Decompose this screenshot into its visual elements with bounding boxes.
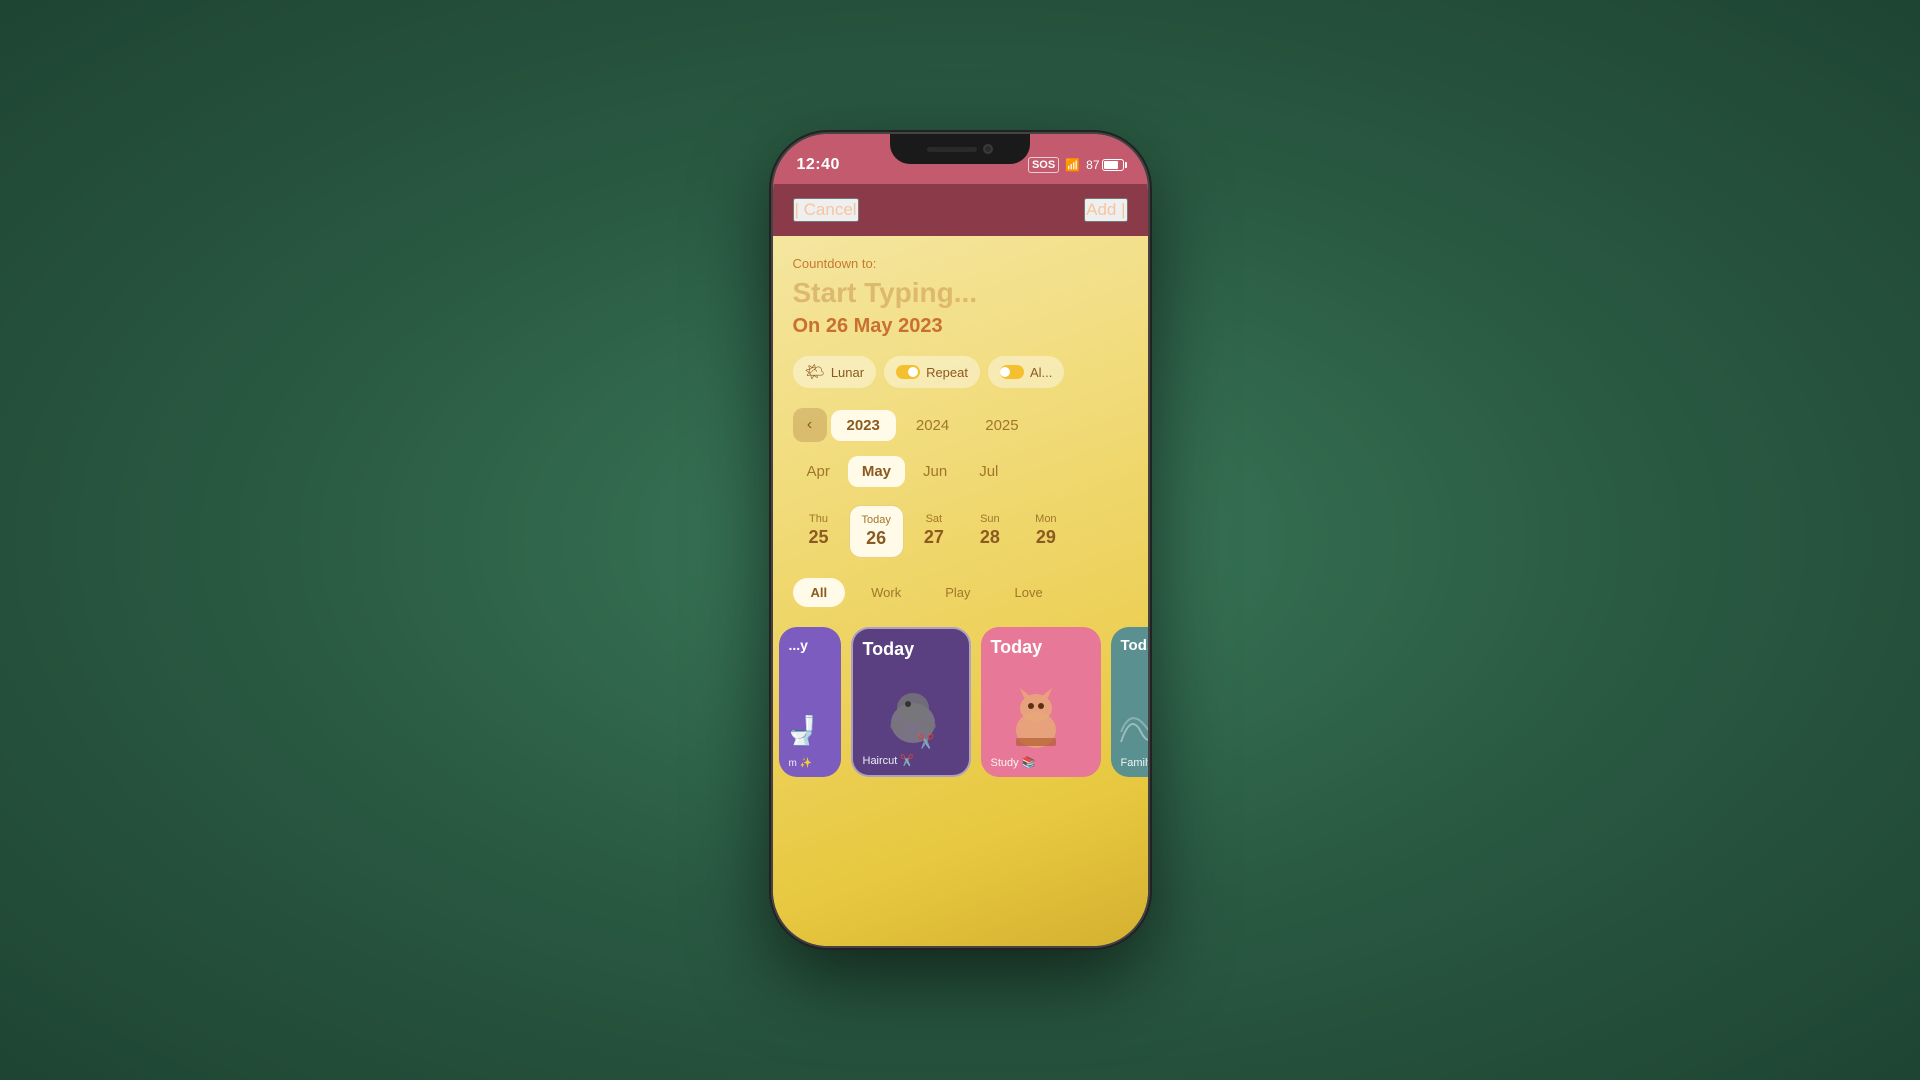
notch (890, 134, 1030, 164)
repeat-label: Repeat (926, 365, 968, 380)
widget-card-family[interactable]: Tod... Family 🏠 (1111, 627, 1148, 777)
study-character (996, 680, 1076, 755)
lunar-icon: 🌤 (805, 362, 825, 382)
widget-card-study[interactable]: Today (981, 627, 1101, 777)
day-28[interactable]: Sun 28 (964, 505, 1016, 558)
widget-label-family: Family 🏠 (1121, 756, 1148, 769)
category-row: All Work Play Love (793, 578, 1128, 607)
status-icons: SOS 📶 87 (1028, 157, 1124, 173)
main-content: Countdown to: Start Typing... On 26 May … (773, 236, 1148, 946)
day-name-mon: Mon (1035, 513, 1056, 525)
notch-speaker (927, 147, 977, 152)
year-picker: ‹ 2023 2024 2025 (793, 408, 1128, 442)
widget-card-haircut[interactable]: Today ✂️ Haircut ✂️ (851, 627, 971, 777)
lunar-toggle[interactable]: 🌤 Lunar (793, 356, 877, 388)
lunar-label: Lunar (831, 365, 864, 380)
countdown-label: Countdown to: (793, 256, 1128, 271)
svg-text:✂️: ✂️ (917, 732, 935, 750)
widget-row: ...y 🚽 m ✨ Today (773, 627, 1148, 777)
month-picker: Apr May Jun Jul (793, 456, 1128, 487)
battery-icon: 87 (1086, 158, 1123, 172)
widget-label-partial: m ✨ (789, 758, 813, 769)
repeat-toggle[interactable]: Repeat (884, 356, 980, 388)
month-apr[interactable]: Apr (793, 456, 844, 487)
category-all[interactable]: All (793, 578, 846, 607)
widget-today-haircut: Today (863, 639, 915, 660)
family-art (1116, 702, 1148, 752)
day-num-25: 25 (808, 527, 828, 548)
widget-card-partial[interactable]: ...y 🚽 m ✨ (779, 627, 841, 777)
year-2024[interactable]: 2024 (900, 410, 965, 441)
category-work[interactable]: Work (853, 578, 919, 607)
month-jul[interactable]: Jul (965, 456, 1012, 487)
day-picker: Thu 25 Today 26 Sat 27 Sun 28 (793, 505, 1128, 558)
cancel-button[interactable]: | Cancel (793, 198, 859, 222)
year-prev-button[interactable]: ‹ (793, 408, 827, 442)
notch-camera (983, 144, 993, 154)
sos-indicator: SOS (1028, 157, 1059, 173)
widget-label-haircut: Haircut ✂️ (863, 754, 915, 767)
battery-percent: 87 (1086, 158, 1099, 172)
phone-frame: 12:40 SOS 📶 87 | Cancel Add (773, 134, 1148, 946)
year-2023[interactable]: 2023 (831, 410, 896, 441)
chevron-left-icon: ‹ (807, 416, 812, 434)
widget-label-study: Study 📚 (991, 756, 1036, 769)
day-num-29: 29 (1036, 527, 1056, 548)
month-jun[interactable]: Jun (909, 456, 961, 487)
repeat-switch[interactable] (896, 365, 920, 379)
add-button[interactable]: Add | (1084, 198, 1127, 222)
day-25[interactable]: Thu 25 (793, 505, 845, 558)
day-name-thu: Thu (809, 513, 828, 525)
day-29[interactable]: Mon 29 (1020, 505, 1072, 558)
day-name-sat: Sat (926, 513, 943, 525)
widget-today-family: Tod... (1121, 637, 1148, 654)
category-play[interactable]: Play (927, 578, 988, 607)
day-name-sun: Sun (980, 513, 1000, 525)
day-num-27: 27 (924, 527, 944, 548)
header-bar: | Cancel Add | (773, 184, 1148, 236)
toggle-row: 🌤 Lunar Repeat Al... (793, 356, 1128, 388)
day-name-today: Today (862, 514, 891, 526)
month-may[interactable]: May (848, 456, 905, 487)
battery-body (1102, 159, 1124, 171)
haircut-character: ✂️ (873, 678, 953, 753)
day-num-28: 28 (980, 527, 1000, 548)
phone-screen: 12:40 SOS 📶 87 | Cancel Add (773, 134, 1148, 946)
battery-fill (1104, 161, 1118, 169)
widget-today-study: Today (991, 637, 1043, 658)
alarm-switch[interactable] (1000, 365, 1024, 379)
alarm-label: Al... (1030, 365, 1052, 380)
countdown-date[interactable]: On 26 May 2023 (793, 315, 1128, 338)
day-26-today[interactable]: Today 26 (849, 505, 904, 558)
countdown-typing[interactable]: Start Typing... (793, 277, 1128, 309)
alarm-toggle[interactable]: Al... (988, 356, 1064, 388)
status-time: 12:40 (797, 156, 840, 174)
status-bar: 12:40 SOS 📶 87 (773, 134, 1148, 184)
day-27[interactable]: Sat 27 (908, 505, 960, 558)
day-num-26: 26 (866, 528, 886, 549)
wifi-icon: 📶 (1065, 158, 1080, 172)
year-2025[interactable]: 2025 (969, 410, 1034, 441)
widget-today-partial: ...y (789, 637, 808, 653)
category-love[interactable]: Love (997, 578, 1061, 607)
app-content: | Cancel Add | Countdown to: Start Typin… (773, 184, 1148, 946)
